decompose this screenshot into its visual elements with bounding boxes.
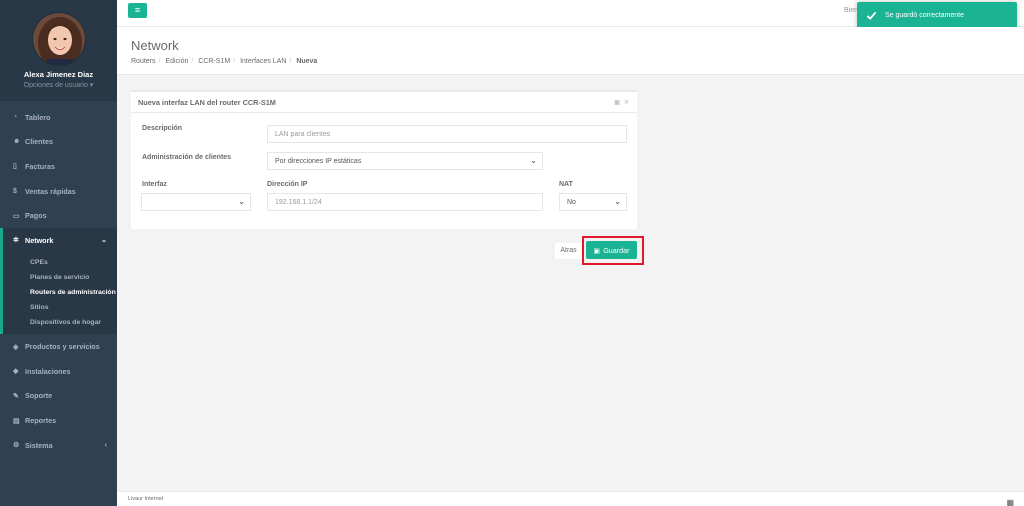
sidebar-subitem-cpes[interactable]: CPEs (3, 255, 117, 270)
sidebar-item-soporte[interactable]: ✎ Soporte (0, 384, 117, 409)
page-title: Network (131, 38, 179, 53)
sidebar-item-instalaciones[interactable]: ◆ Instalaciones (0, 359, 117, 384)
sidebar-item-label: Sistema (25, 440, 53, 450)
check-icon (866, 11, 877, 20)
footer-settings-icon[interactable]: ▦ (1006, 495, 1014, 506)
money-icon: ▭ (13, 212, 20, 220)
chevron-left-icon: ‹ (104, 441, 107, 449)
chevron-down-icon: ⌄ (101, 237, 107, 245)
nat-value: No (567, 199, 576, 206)
interfaz-select[interactable]: ⌄ (141, 193, 251, 211)
descripcion-input[interactable]: LAN para clientes (267, 125, 627, 143)
nat-select[interactable]: No ⌄ (559, 193, 627, 211)
form-panel: Nueva interfaz LAN del router CCR-S1M ▣ … (131, 90, 637, 229)
admin-clientes-select[interactable]: Por direcciones IP estáticas ⌄ (267, 152, 543, 170)
sidebar-subitem-dispositivos[interactable]: Dispositivos de hogar (3, 315, 117, 330)
network-icon: ✲ (13, 237, 19, 245)
back-button[interactable]: Atras (555, 243, 582, 259)
wrench-icon: ◆ (13, 368, 19, 376)
sidebar-item-label: Reportes (25, 416, 57, 425)
support-icon: ✎ (13, 392, 19, 400)
descripcion-label: Descripción (142, 125, 183, 132)
breadcrumb: Routers / Edición / CCR-S1M / Interfaces LA… (131, 58, 318, 65)
save-button[interactable]: ▣ Guardar (586, 241, 637, 259)
admin-clientes-value: Por direcciones IP estáticas (275, 158, 362, 165)
page-heading: Network Routers / Edición / CCR-S1M / Inter… (117, 27, 1024, 75)
footer-brand: Livaur Internet (128, 496, 164, 502)
save-icon[interactable]: ▣ (614, 99, 620, 106)
profile-name: Alexa Jimenez Diaz (23, 70, 94, 79)
sidebar-item-label: Pagos (25, 211, 47, 221)
network-submenu: CPEs Planes de servicio Routers de admin… (0, 252, 117, 335)
save-button-label: Guardar (603, 245, 630, 255)
sidebar-item-tablero[interactable]: ◔ Tablero (0, 105, 117, 130)
avatar[interactable] (31, 12, 86, 66)
breadcrumb-routers[interactable]: Routers (131, 58, 156, 65)
breadcrumb-interfaces[interactable]: Interfaces LAN (240, 58, 286, 65)
sidebar-item-label: Soporte (25, 391, 53, 401)
sidebar-item-productos[interactable]: ◈ Productos y servicios (0, 334, 117, 359)
welcome-text: Bien (843, 7, 858, 14)
panel-title: Nueva interfaz LAN del router CCR-S1M (138, 98, 276, 107)
direccion-ip-input[interactable]: 192.168.1.1/24 (267, 193, 543, 211)
sidebar-item-reportes[interactable]: ▤ Reportes (0, 408, 117, 433)
cogs-icon: ⚙ (13, 442, 20, 450)
sidebar-item-label: Ventas rápidas (25, 186, 76, 196)
sidebar-subitem-planes[interactable]: Planes de servicio (3, 270, 117, 285)
sidebar-item-label: Instalaciones (25, 366, 71, 376)
dashboard-icon: ◔ (13, 113, 18, 121)
direccion-ip-label: Dirección IP (267, 181, 308, 188)
breadcrumb-edicion[interactable]: Edición (165, 58, 188, 65)
interfaz-label: Interfaz (142, 181, 167, 188)
success-toast[interactable]: Se guardó correctamente (857, 2, 1017, 28)
user-options-dropdown[interactable]: Opciones de usuario ▾ (0, 81, 117, 89)
sidebar-subitem-routers[interactable]: Routers de administración (3, 285, 117, 300)
sidebar-item-label: Productos y servicios (25, 342, 100, 352)
chevron-down-icon: ⌄ (238, 197, 245, 206)
sidebar-item-ventas-rapidas[interactable]: $ Ventas rápidas (0, 179, 117, 204)
book-icon: ▤ (13, 417, 20, 425)
admin-clientes-label: Administración de clientes (142, 154, 232, 161)
floppy-icon: ▣ (593, 245, 601, 255)
sidebar-item-facturas[interactable]: ▯ Facturas (0, 154, 117, 179)
profile-section: Alexa Jimenez Diaz Opciones de usuario ▾ (0, 0, 117, 101)
sidebar-item-label: Facturas (25, 161, 55, 171)
breadcrumb-current: Nueva (296, 58, 318, 65)
chevron-down-icon: ⌄ (614, 197, 621, 206)
tag-icon: ◈ (13, 343, 19, 351)
sidebar-item-pagos[interactable]: ▭ Pagos (0, 203, 117, 228)
document-icon: ▯ (13, 163, 17, 171)
sidebar: Alexa Jimenez Diaz Opciones de usuario ▾… (0, 0, 117, 506)
sidebar-item-label: Network (25, 235, 54, 245)
close-icon[interactable]: ✕ (624, 99, 629, 106)
footer: Livaur Internet ▦ (117, 491, 1024, 506)
sidebar-item-network[interactable]: ✲ Network ⌄ (0, 227, 117, 253)
hamburger-icon[interactable]: ≡ (128, 3, 147, 18)
users-icon: ☻ (13, 138, 21, 146)
main-menu: ◔ Tablero ☻ Clientes ▯ Facturas $ Ventas… (0, 105, 117, 457)
chevron-down-icon: ⌄ (530, 156, 537, 165)
breadcrumb-router[interactable]: CCR-S1M (198, 58, 230, 65)
sidebar-subitem-sitios[interactable]: Sitios (3, 300, 117, 315)
toast-message: Se guardó correctamente (885, 11, 964, 19)
nat-label: NAT (559, 181, 573, 188)
panel-header: Nueva interfaz LAN del router CCR-S1M ▣ … (131, 92, 637, 113)
sidebar-item-label: Clientes (25, 137, 53, 147)
dollar-icon: $ (13, 187, 17, 195)
sidebar-item-clientes[interactable]: ☻ Clientes (0, 130, 117, 155)
sidebar-item-sistema[interactable]: ⚙ Sistema ‹ (0, 433, 117, 458)
sidebar-item-label: Tablero (25, 112, 51, 122)
